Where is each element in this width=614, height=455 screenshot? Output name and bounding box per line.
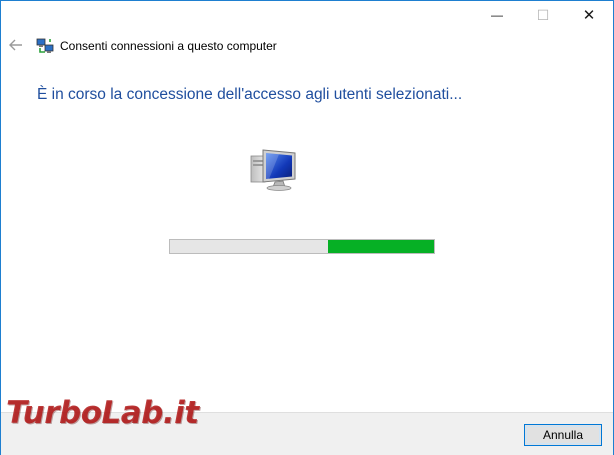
close-button[interactable]: ✕ — [566, 0, 612, 30]
computer-icon — [250, 149, 296, 191]
progress-bar-fill — [328, 240, 434, 253]
maximize-button[interactable]: ☐ — [520, 0, 566, 30]
minimize-icon: — — [491, 8, 503, 22]
network-computers-icon — [36, 38, 54, 53]
progress-bar — [169, 239, 435, 254]
cancel-button[interactable]: Annulla — [524, 424, 602, 446]
close-icon: ✕ — [582, 7, 596, 24]
back-button[interactable] — [6, 35, 26, 55]
dialog-title: Consenti connessioni a questo computer — [60, 39, 277, 53]
minimize-button[interactable]: — — [474, 0, 520, 30]
dialog-header: Consenti connessioni a questo computer — [36, 36, 277, 56]
dialog-window — [0, 0, 614, 455]
watermark-logo: TurboLab.it — [6, 395, 199, 431]
back-arrow-icon — [9, 39, 22, 51]
maximize-icon: ☐ — [536, 6, 550, 23]
main-instruction: È in corso la concessione dell'accesso a… — [37, 86, 463, 103]
